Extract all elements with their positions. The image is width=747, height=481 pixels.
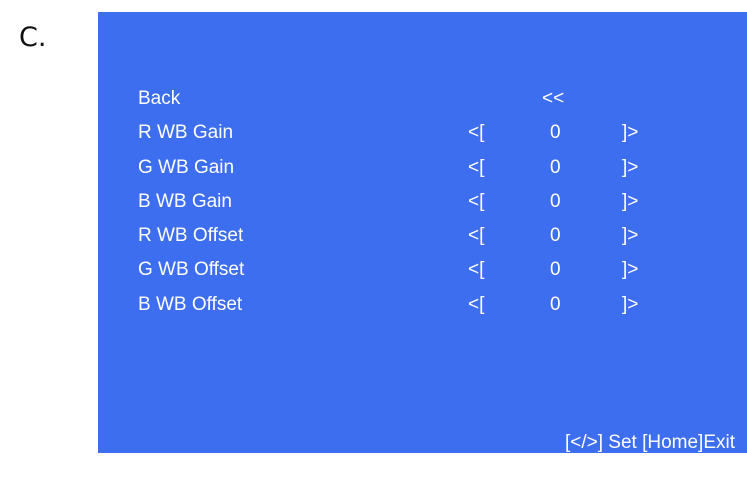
increase-arrow[interactable]: ]>: [622, 157, 638, 179]
decrease-arrow[interactable]: <[: [468, 191, 484, 213]
menu-item-g-wb-offset[interactable]: G WB Offset <[ 0 ]>: [98, 259, 747, 293]
menu-item-r-wb-gain[interactable]: R WB Gain <[ 0 ]>: [98, 122, 747, 156]
menu-list: Back << R WB Gain <[ 0 ]> G WB Gain <[ 0…: [98, 88, 747, 328]
menu-item-label: G WB Offset: [138, 259, 245, 281]
setting-value: 0: [550, 259, 561, 281]
footer-key-hint: [</>] Set [Home]Exit: [564, 432, 735, 453]
increase-arrow[interactable]: ]>: [622, 225, 638, 247]
menu-item-label: B WB Offset: [138, 293, 243, 315]
menu-item-back[interactable]: Back <<: [98, 88, 747, 122]
menu-item-b-wb-gain[interactable]: B WB Gain <[ 0 ]>: [98, 191, 747, 225]
menu-item-label: R WB Offset: [138, 225, 244, 247]
menu-item-label: R WB Gain: [138, 122, 234, 144]
back-marker: <<: [542, 88, 565, 109]
decrease-arrow[interactable]: <[: [468, 294, 484, 316]
page: C. Back << R WB Gain <[ 0 ]> G WB Gain <…: [0, 0, 747, 481]
increase-arrow[interactable]: ]>: [622, 191, 638, 213]
setting-value: 0: [550, 225, 561, 247]
setting-value: 0: [550, 293, 561, 315]
menu-item-label: G WB Gain: [138, 156, 235, 178]
increase-arrow[interactable]: ]>: [622, 122, 638, 144]
decrease-arrow[interactable]: <[: [468, 225, 484, 247]
increase-arrow[interactable]: ]>: [622, 259, 638, 281]
decrease-arrow[interactable]: <[: [468, 157, 484, 179]
menu-item-label: Back: [138, 88, 181, 109]
menu-item-label: B WB Gain: [138, 190, 232, 212]
setting-value: 0: [550, 156, 561, 178]
osd-menu-panel: Back << R WB Gain <[ 0 ]> G WB Gain <[ 0…: [98, 12, 747, 453]
decrease-arrow[interactable]: <[: [468, 259, 484, 281]
decrease-arrow[interactable]: <[: [468, 122, 484, 144]
figure-label: C.: [19, 22, 47, 53]
setting-value: 0: [550, 190, 561, 212]
menu-item-g-wb-gain[interactable]: G WB Gain <[ 0 ]>: [98, 157, 747, 191]
setting-value: 0: [550, 122, 561, 144]
menu-item-b-wb-offset[interactable]: B WB Offset <[ 0 ]>: [98, 294, 747, 328]
increase-arrow[interactable]: ]>: [622, 294, 638, 316]
menu-item-r-wb-offset[interactable]: R WB Offset <[ 0 ]>: [98, 225, 747, 259]
